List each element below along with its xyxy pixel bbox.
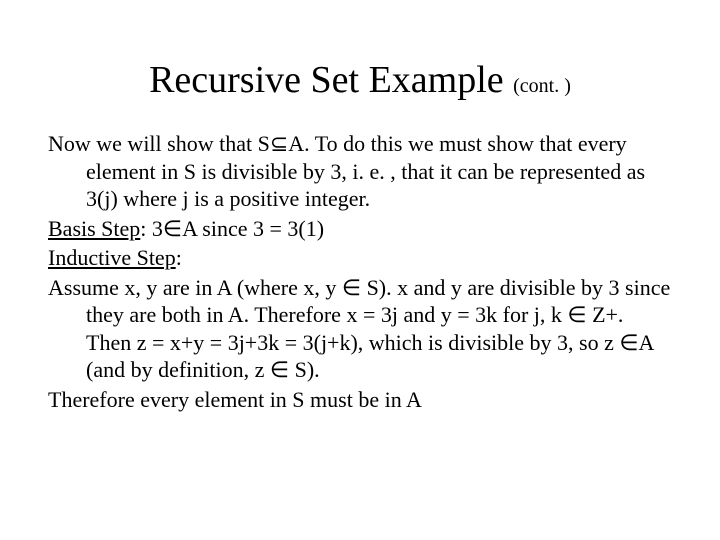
text: A since 3 = 3(1)	[182, 216, 324, 241]
text: Therefore every element in S must be in …	[48, 387, 422, 412]
conclusion: Therefore every element in S must be in …	[48, 386, 672, 414]
text: Assume x, y are in A (where x, y	[48, 275, 342, 300]
text: : 3	[140, 216, 163, 241]
element-of-icon: ∈	[619, 330, 638, 355]
element-of-icon: ∈	[342, 275, 361, 300]
intro-paragraph: Now we will show that S⊆A. To do this we…	[48, 130, 672, 213]
slide: Recursive Set Example (cont. ) Now we wi…	[0, 0, 720, 540]
inductive-step-body: Assume x, y are in A (where x, y ∈ S). x…	[48, 274, 672, 384]
basis-step: Basis Step: 3∈A since 3 = 3(1)	[48, 215, 672, 243]
inductive-step-heading: Inductive Step:	[48, 244, 672, 272]
text: :	[176, 245, 182, 270]
element-of-icon: ∈	[163, 216, 182, 241]
slide-title: Recursive Set Example (cont. )	[48, 58, 672, 102]
text: Now we will show that S	[48, 131, 270, 156]
text: S).	[289, 357, 320, 382]
subset-icon: ⊆	[270, 131, 288, 156]
slide-body: Now we will show that S⊆A. To do this we…	[48, 130, 672, 413]
inductive-step-label: Inductive Step	[48, 245, 176, 270]
element-of-icon: ∈	[270, 357, 289, 382]
title-cont: (cont. )	[513, 75, 571, 97]
title-main: Recursive Set Example	[149, 59, 504, 101]
basis-step-label: Basis Step	[48, 216, 140, 241]
element-of-icon: ∈	[567, 302, 586, 327]
